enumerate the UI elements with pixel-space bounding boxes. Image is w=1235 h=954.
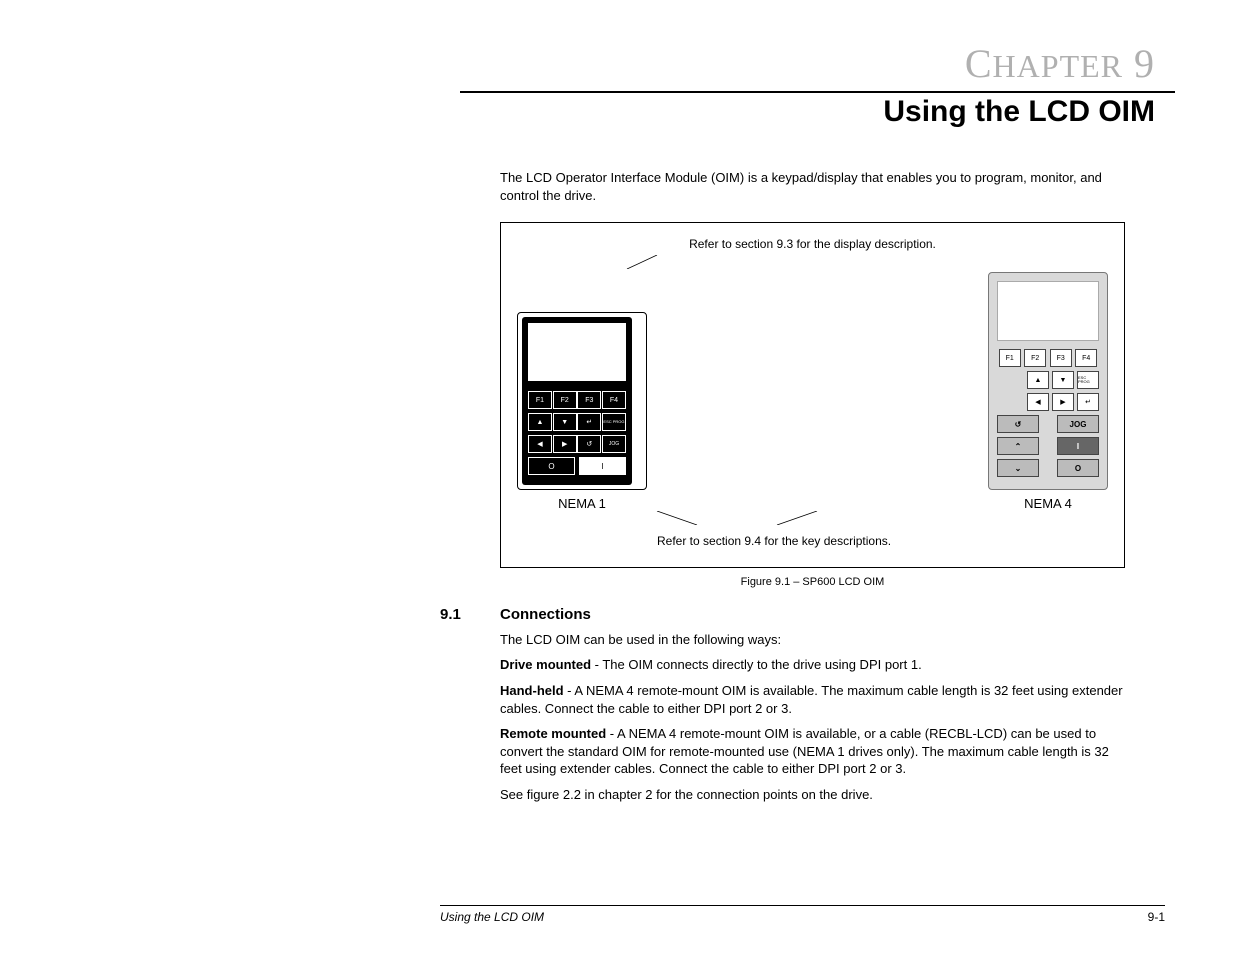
callout-line-top-icon [517, 255, 1108, 269]
page-title: Using the LCD OIM [60, 95, 1155, 129]
content-column: The LCD Operator Interface Module (OIM) … [500, 169, 1125, 803]
nema1-f3-button: F3 [577, 391, 601, 409]
nema1-f2-button: F2 [553, 391, 577, 409]
para-drive-mounted: Drive mounted - The OIM connects directl… [500, 656, 1125, 674]
nema4-f3-button: F3 [1050, 349, 1072, 367]
nema4-stop-button: O [1057, 459, 1099, 477]
para-hand-held: Hand-held - A NEMA 4 remote-mount OIM is… [500, 682, 1125, 717]
nema4-jog-button: JOG [1057, 415, 1099, 433]
down-arrow-icon: ▼ [1052, 371, 1074, 389]
nema4-f2-button: F2 [1024, 349, 1046, 367]
nema1-esc-button: ESC PROG [602, 413, 626, 431]
section-intro: The LCD OIM can be used in the following… [500, 631, 1125, 649]
reverse-icon: ↺ [997, 415, 1039, 433]
nema4-down-speed-icon: ⌄ [997, 459, 1039, 477]
footer-title: Using the LCD OIM [440, 910, 544, 924]
page-footer: Using the LCD OIM 9-1 [440, 905, 1165, 924]
nema4-f4-button: F4 [1075, 349, 1097, 367]
figure-box: Refer to section 9.3 for the display des… [500, 222, 1125, 568]
para-lead: Remote mounted [500, 726, 606, 741]
subsection-header: 9.1 Connections [440, 606, 1125, 623]
left-arrow-icon: ◀ [1027, 393, 1049, 411]
callout-line-bottom-icon [517, 511, 1108, 525]
figure-caption: Figure 9.1 – SP600 LCD OIM [500, 576, 1125, 588]
nema4-body: F1 F2 F3 F4 ▲ ▼ ESC PROG ◀ ▶ [988, 272, 1108, 490]
enter-icon: ↵ [1077, 393, 1099, 411]
chapter-label: CHAPTER 9 [60, 40, 1155, 87]
nema4-label: NEMA 4 [1024, 496, 1072, 511]
nema4-f1-button: F1 [999, 349, 1021, 367]
section-closing: See figure 2.2 in chapter 2 for the conn… [500, 786, 1125, 804]
subsection-number: 9.1 [440, 606, 500, 623]
left-arrow-icon: ◀ [528, 435, 552, 453]
para-lead: Drive mounted [500, 657, 591, 672]
up-arrow-icon: ▲ [1027, 371, 1049, 389]
up-arrow-icon: ▲ [528, 413, 552, 431]
nema4-screen [997, 281, 1099, 341]
para-lead: Hand-held [500, 683, 564, 698]
right-arrow-icon: ▶ [1052, 393, 1074, 411]
figure-top-note: Refer to section 9.3 for the display des… [517, 237, 1108, 251]
subsection-title: Connections [500, 606, 591, 623]
para-text: - A NEMA 4 remote-mount OIM is available… [500, 683, 1123, 716]
nema4-esc-button: ESC PROG [1077, 371, 1099, 389]
nema1-body: F1 F2 F3 F4 ▲ ▼ ↵ ESC PROG [522, 317, 632, 485]
nema4-up-speed-icon: ⌃ [997, 437, 1039, 455]
chapter-cap: C [965, 41, 993, 86]
reverse-icon: ↺ [577, 435, 601, 453]
nema1-f1-button: F1 [528, 391, 552, 409]
figure-bottom-note: Refer to section 9.4 for the key descrip… [657, 534, 1108, 548]
right-arrow-icon: ▶ [553, 435, 577, 453]
para-text: - The OIM connects directly to the drive… [591, 657, 922, 672]
nema1-label: NEMA 1 [558, 496, 606, 511]
nema1-keypad: F1 F2 F3 F4 ▲ ▼ ↵ ESC PROG [517, 312, 647, 511]
header-rule [460, 91, 1175, 93]
figure-row: F1 F2 F3 F4 ▲ ▼ ↵ ESC PROG [517, 272, 1108, 511]
down-arrow-icon: ▼ [553, 413, 577, 431]
nema1-jog-button: JOG [602, 435, 626, 453]
nema1-screen [528, 323, 626, 381]
nema1-f4-button: F4 [602, 391, 626, 409]
nema4-start-button: I [1057, 437, 1099, 455]
intro-text: The LCD Operator Interface Module (OIM) … [500, 169, 1125, 204]
nema1-stop-button: O [528, 457, 575, 475]
chapter-rest: HAPTER [993, 48, 1123, 84]
nema1-outer: F1 F2 F3 F4 ▲ ▼ ↵ ESC PROG [517, 312, 647, 490]
para-remote-mounted: Remote mounted - A NEMA 4 remote-mount O… [500, 725, 1125, 778]
enter-icon: ↵ [577, 413, 601, 431]
nema1-start-button: I [579, 457, 626, 475]
chapter-number: 9 [1134, 41, 1155, 86]
footer-page-number: 9-1 [1148, 910, 1165, 924]
nema4-keypad: F1 F2 F3 F4 ▲ ▼ ESC PROG ◀ ▶ [988, 272, 1108, 511]
document-page: CHAPTER 9 Using the LCD OIM The LCD Oper… [0, 0, 1235, 954]
